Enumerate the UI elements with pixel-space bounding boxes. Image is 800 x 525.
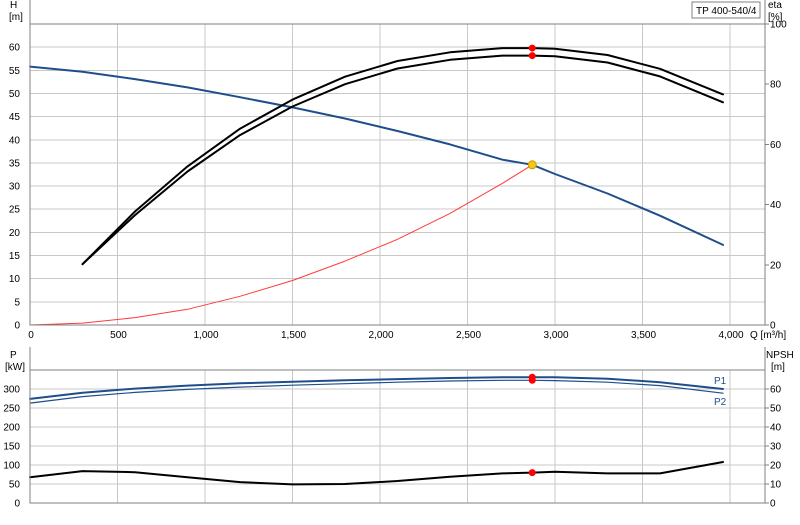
tick-label-q: 1,000 — [193, 330, 218, 341]
eta-upper-point — [528, 44, 536, 52]
tick-label-p: 0 — [14, 499, 20, 510]
tick-label-h: 15 — [9, 251, 21, 262]
tick-label-h: 60 — [9, 43, 21, 54]
chart-canvas: 0510152025303540455055600204060801000501… — [3, 0, 794, 510]
p2-point — [528, 376, 536, 384]
tick-label-h: 45 — [9, 112, 21, 123]
eta-lower-point — [528, 52, 536, 60]
h-axis-title: H — [10, 0, 17, 11]
tick-label-h: 50 — [9, 89, 21, 100]
tick-label-q: 500 — [110, 330, 127, 341]
duty-point — [527, 160, 537, 170]
tick-label-p: 150 — [3, 442, 20, 453]
series-layer — [29, 47, 724, 486]
tick-label-p: 100 — [3, 461, 20, 472]
eta-axis-unit: [%] — [768, 12, 783, 23]
tick-label-npsh: 30 — [770, 442, 782, 453]
npsh-point — [528, 469, 536, 477]
tick-label-h: 55 — [9, 66, 21, 77]
tick-label-q: 3,000 — [543, 330, 568, 341]
p-axis-unit: [kW] — [5, 362, 25, 373]
tick-label-h: 35 — [9, 158, 21, 169]
tick-label-p: 200 — [3, 423, 20, 434]
series-system — [29, 164, 533, 326]
npsh-axis-unit: [m] — [771, 362, 785, 373]
tick-label-p: 50 — [9, 480, 21, 491]
tick-label-npsh: 0 — [770, 499, 776, 510]
tick-label-p: 300 — [3, 385, 20, 396]
tick-label-eta: 40 — [770, 200, 782, 211]
tick-label-npsh: 20 — [770, 461, 782, 472]
tick-label-p: 250 — [3, 404, 20, 415]
tick-label-npsh: 10 — [770, 480, 782, 491]
tick-label-h: 20 — [9, 228, 21, 239]
tick-label-q: 3,500 — [631, 330, 656, 341]
tick-label-h: 30 — [9, 182, 21, 193]
bottom-panel-frame — [29, 369, 766, 504]
eta-axis-title: eta — [768, 0, 782, 11]
p-axis-title: P — [10, 350, 17, 361]
tick-label-q: 2,500 — [456, 330, 481, 341]
h-axis-unit: [m] — [9, 12, 23, 23]
x-axis-label: Q [m³/h] — [750, 330, 786, 341]
series-p2 — [29, 379, 724, 404]
series-eta-upper — [81, 47, 724, 266]
tick-label-h: 25 — [9, 205, 21, 216]
pump-performance-chart: 0 5 10 15 20 25 30 35 40 45 50 55 60 0 20 40 60 80 100 0 50 1… — [0, 0, 800, 520]
series-label-p1: P1 — [714, 376, 727, 387]
tick-label-q: 0 — [28, 330, 34, 341]
tick-label-h: 40 — [9, 135, 21, 146]
tick-label-npsh: 60 — [770, 385, 782, 396]
tick-label-q: 2,000 — [368, 330, 393, 341]
series-label-p2: P2 — [714, 397, 727, 408]
tick-label-npsh: 50 — [770, 404, 782, 415]
tick-label-eta: 20 — [770, 260, 782, 271]
tick-label-h: 10 — [9, 274, 21, 285]
series-p1 — [29, 376, 724, 400]
points-layer — [527, 44, 537, 477]
npsh-axis-title: NPSH — [766, 350, 794, 361]
tick-label-eta: 80 — [770, 80, 782, 91]
tick-label-h: 5 — [14, 297, 20, 308]
tick-label-eta: 60 — [770, 140, 782, 151]
grid-lines — [29, 24, 765, 504]
tick-label-q: 1,500 — [281, 330, 306, 341]
tick-label-q: 4,000 — [718, 330, 743, 341]
model-label: TP 400-540/4 — [696, 6, 757, 17]
tick-label-npsh: 40 — [770, 423, 782, 434]
tick-label-h: 0 — [14, 321, 20, 332]
